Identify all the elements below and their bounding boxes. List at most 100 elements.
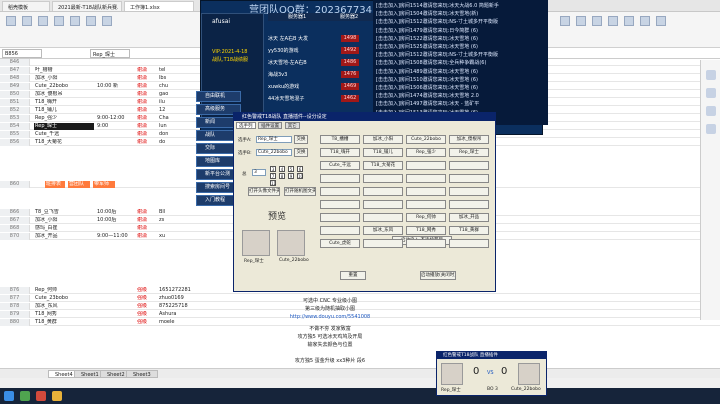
cell-role[interactable]: 谢潇 xyxy=(136,225,156,232)
cell-time[interactable] xyxy=(96,295,134,302)
announcement-line[interactable]: [击击加入]房间1510邀请您来玩:冰天雪地 (6) xyxy=(376,76,545,84)
player-slot-button[interactable]: Rep_何帅 xyxy=(406,213,446,222)
cell-id[interactable]: zhuo0169 xyxy=(158,295,198,302)
cell-id[interactable]: ilu xyxy=(158,99,198,106)
score-option[interactable]: 11 xyxy=(270,180,276,186)
sheet-icon[interactable] xyxy=(656,16,666,26)
score-field[interactable]: 3 xyxy=(252,169,266,176)
announcement-line[interactable]: [击击加入]房间1512邀请您来玩:NS-寸土城多开平衡版 xyxy=(376,51,545,59)
player-slot-button[interactable] xyxy=(363,187,403,196)
cell-time[interactable] xyxy=(96,99,134,106)
player-slot-button[interactable] xyxy=(406,174,446,183)
player-slot-button[interactable] xyxy=(363,213,403,222)
cell-time[interactable] xyxy=(96,75,134,82)
announcement-line[interactable]: [击击加入]房间1525邀请您来玩:冰天雪地 (6) xyxy=(376,43,545,51)
filter-icon[interactable] xyxy=(576,16,586,26)
tab-plugin-settings[interactable]: 插件设置 xyxy=(258,122,283,129)
player-slot-button[interactable] xyxy=(320,174,360,183)
tab-docer[interactable]: 稻壳模板 xyxy=(2,1,50,11)
cell-time[interactable]: 9:00 xyxy=(96,123,134,130)
start-icon[interactable] xyxy=(4,391,14,401)
player-slot-button[interactable] xyxy=(363,174,403,183)
cell-time[interactable]: 10:00 新 xyxy=(96,83,134,90)
wrap-icon[interactable] xyxy=(102,16,112,26)
announcement-line[interactable]: [击击加入]房间1497邀请您来玩:冰天 - 蓝矿平 xyxy=(376,100,545,108)
score-option[interactable]: 5 xyxy=(288,166,294,172)
sidebar-tool-icon[interactable] xyxy=(706,106,716,116)
score-option[interactable]: 10 xyxy=(297,173,303,179)
cell-role[interactable]: 谢潇 xyxy=(136,99,156,106)
cell-id[interactable]: chu xyxy=(158,83,198,90)
score-option[interactable]: 4 xyxy=(279,166,285,172)
cell-time[interactable]: 9:00-12:00 xyxy=(96,115,134,122)
player-slot-button[interactable]: Cute_千远 xyxy=(320,161,360,170)
swap-b-button[interactable]: 交换 xyxy=(294,148,308,157)
cell-role[interactable]: 谢潇 xyxy=(136,131,156,138)
cell-id[interactable]: don xyxy=(158,131,198,138)
cell-role[interactable]: 谢潇 xyxy=(136,75,156,82)
lobby-menu-item[interactable]: 自由联机 xyxy=(196,91,241,102)
cell-id[interactable]: tel xyxy=(158,67,198,74)
player-slot-button[interactable]: T18_嗨开 xyxy=(320,148,360,157)
cell-name[interactable]: 加冰_开品 xyxy=(34,233,94,240)
cell-role[interactable]: 谢潇 xyxy=(136,83,156,90)
cell-role[interactable]: 谢潇 xyxy=(136,67,156,74)
cell-time[interactable] xyxy=(96,59,134,66)
score-option[interactable]: 9 xyxy=(288,173,294,179)
cell-id[interactable]: moele xyxy=(158,319,198,326)
cell-time[interactable] xyxy=(96,107,134,114)
sidebar-tool-icon[interactable] xyxy=(706,124,716,134)
player-slot-button[interactable] xyxy=(406,161,446,170)
cell-name[interactable]: 感玛_白崔 xyxy=(34,225,94,232)
cell-id[interactable]: do xyxy=(158,139,198,146)
announcement-line[interactable]: [击击加入]房间1479邀请您来玩:日今简群 (6) xyxy=(376,27,545,35)
bold-icon[interactable] xyxy=(54,16,64,26)
cell-role[interactable]: 谢潇 xyxy=(136,115,156,122)
player-slot-button[interactable]: Cute_虎蛇 xyxy=(320,239,360,248)
cell-role[interactable]: 谢潇 xyxy=(136,139,156,146)
cell-id[interactable]: xu xyxy=(158,233,198,240)
player-slot-button[interactable] xyxy=(406,239,446,248)
cell-time[interactable] xyxy=(96,67,134,74)
cell-id[interactable]: 12 xyxy=(158,107,198,114)
player-slot-button[interactable]: T18_网秀 xyxy=(406,226,446,235)
player-slot-button[interactable]: T18_大菊花 xyxy=(363,161,403,170)
player-slot-button[interactable] xyxy=(363,200,403,209)
cell-role[interactable]: 谢潇 xyxy=(136,91,156,98)
app-icon[interactable] xyxy=(20,391,30,401)
player-slot-button[interactable] xyxy=(406,187,446,196)
cell-name[interactable]: Rep_强少 xyxy=(34,115,94,122)
tab-workbook[interactable]: 工作簿1.xlsx xyxy=(124,1,194,11)
announcement-line[interactable]: [击击加入]房间1512邀请您来玩:NS-寸土城多开平衡版 xyxy=(376,18,545,26)
server-tab-2[interactable]: 服务器2 xyxy=(340,13,358,20)
announcement-line[interactable]: [击击加入]房间1514邀请您来玩:冰天大战6.0 简题新手 xyxy=(376,2,545,10)
cell-name[interactable]: T8_豆飞雪 xyxy=(34,209,94,216)
player-slot-button[interactable] xyxy=(449,174,489,183)
cell-time[interactable] xyxy=(96,303,134,310)
cell-time[interactable] xyxy=(96,139,134,146)
cell-name[interactable]: T18_黄群 xyxy=(34,319,94,326)
player-slot-button[interactable]: 加冰_开品 xyxy=(449,213,489,222)
align-icon[interactable] xyxy=(70,16,80,26)
cell-id[interactable]: gao xyxy=(158,91,198,98)
cell-role[interactable]: 谢潇 xyxy=(136,123,156,130)
player-slot-button[interactable] xyxy=(449,200,489,209)
player-b-field[interactable]: Cute_22bobo xyxy=(256,149,292,156)
formula-input[interactable]: Rep_琛士 xyxy=(90,49,130,58)
sum-icon[interactable] xyxy=(592,16,602,26)
start-broadcast-button[interactable]: 启动播放(关闭时) xyxy=(420,271,456,280)
player-slot-button[interactable]: 加冰_傻根吊 xyxy=(449,135,489,144)
cell-id[interactable] xyxy=(158,59,198,66)
cell-time[interactable] xyxy=(96,319,134,326)
announcement-line[interactable]: [击击加入]房间1522邀请您来玩:冰天雪地 (6) xyxy=(376,35,545,43)
tab-other[interactable]: 其它 xyxy=(284,122,300,129)
cell-time[interactable]: 10:00后 xyxy=(96,209,134,216)
cell-name[interactable]: Rep_琛士 xyxy=(34,123,94,130)
announcement-line[interactable]: [击击加入]房间1504邀请您来玩:冰天雪地(新) xyxy=(376,10,545,18)
cell-time[interactable]: 9:00—11:00 xyxy=(96,233,134,240)
player-slot-button[interactable] xyxy=(320,187,360,196)
server-tab-1[interactable]: 服务器1 xyxy=(288,13,306,20)
cell-name[interactable]: Cute_22bobo xyxy=(34,83,94,90)
tab-player-list[interactable]: 选手列 xyxy=(236,122,256,129)
player-slot-button[interactable] xyxy=(320,226,360,235)
